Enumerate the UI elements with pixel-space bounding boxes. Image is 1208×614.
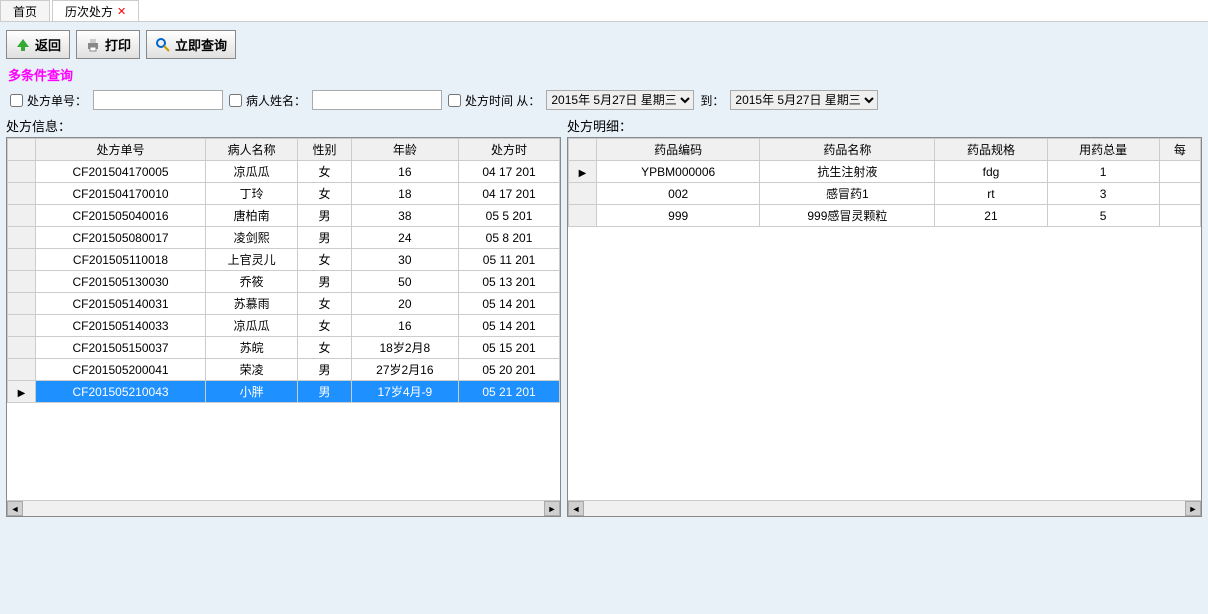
print-button[interactable]: 打印 bbox=[76, 30, 140, 59]
scroll-left-icon[interactable]: ◄ bbox=[7, 501, 23, 516]
rx-no-input[interactable] bbox=[93, 90, 223, 110]
arrow-up-icon bbox=[15, 37, 31, 53]
left-hscroll[interactable]: ◄ ► bbox=[7, 500, 560, 516]
table-row[interactable]: CF201505080017凌剑熙男2405 8 201 bbox=[8, 227, 560, 249]
filter-rx-time: 处方时间 从： bbox=[448, 92, 540, 109]
current-row-icon: ▶ bbox=[579, 168, 587, 179]
rx-no-checkbox[interactable] bbox=[10, 94, 23, 107]
filter-row: 处方单号： 病人姓名： 处方时间 从： 2015年 5月27日 星期三 到： 2… bbox=[4, 86, 1204, 114]
query-title: 多条件查询 bbox=[4, 63, 1204, 86]
close-icon[interactable]: ✕ bbox=[117, 5, 126, 18]
table-row[interactable]: CF201505040016唐柏南男3805 5 201 bbox=[8, 205, 560, 227]
col-rxno[interactable]: 处方单号 bbox=[36, 139, 206, 161]
toolbar: 返回 打印 立即查询 bbox=[4, 26, 1204, 63]
col-time[interactable]: 处方时 bbox=[459, 139, 560, 161]
scroll-right-icon[interactable]: ► bbox=[544, 501, 560, 516]
tab-home[interactable]: 首页 bbox=[0, 0, 50, 21]
filter-rx-no: 处方单号： bbox=[10, 92, 87, 109]
table-row[interactable]: ▶ YPBM000006抗生注射液fdg1 bbox=[569, 161, 1201, 183]
right-hscroll[interactable]: ◄ ► bbox=[568, 500, 1201, 516]
scroll-right-icon[interactable]: ► bbox=[1185, 501, 1201, 516]
row-header-col bbox=[569, 139, 597, 161]
rx-detail-grid[interactable]: 药品编码 药品名称 药品规格 用药总量 每 ▶ YPBM000006抗生注射液f… bbox=[567, 137, 1202, 517]
col-drug-code[interactable]: 药品编码 bbox=[597, 139, 760, 161]
to-label: 到： bbox=[700, 92, 724, 109]
query-button[interactable]: 立即查询 bbox=[146, 30, 236, 59]
back-button[interactable]: 返回 bbox=[6, 30, 70, 59]
table-row[interactable]: CF201505200041荣凌男27岁2月1605 20 201 bbox=[8, 359, 560, 381]
col-age[interactable]: 年龄 bbox=[351, 139, 458, 161]
table-row[interactable]: CF201505140031苏慕雨女2005 14 201 bbox=[8, 293, 560, 315]
rx-info-grid[interactable]: 处方单号 病人名称 性别 年龄 处方时 CF201504170005凉瓜瓜女16… bbox=[6, 137, 561, 517]
tab-history[interactable]: 历次处方 ✕ bbox=[52, 0, 139, 21]
tab-bar: 首页 历次处方 ✕ bbox=[0, 0, 1208, 22]
col-qty[interactable]: 用药总量 bbox=[1047, 139, 1159, 161]
table-row[interactable]: 002感冒药1rt3 bbox=[569, 183, 1201, 205]
patient-name-checkbox[interactable] bbox=[229, 94, 242, 107]
content-area: 返回 打印 立即查询 多条件查询 处方单号： 病人姓名： 处方时间 从： 201… bbox=[0, 22, 1208, 614]
table-row[interactable]: CF201505130030乔筱男5005 13 201 bbox=[8, 271, 560, 293]
search-icon bbox=[155, 37, 171, 53]
rx-time-checkbox[interactable] bbox=[448, 94, 461, 107]
date-from-select[interactable]: 2015年 5月27日 星期三 bbox=[546, 90, 694, 110]
filter-patient-name: 病人姓名： bbox=[229, 92, 306, 109]
table-row[interactable]: CF201505150037苏皖女18岁2月805 15 201 bbox=[8, 337, 560, 359]
table-row[interactable]: CF201505110018上官灵儿女3005 11 201 bbox=[8, 249, 560, 271]
table-row[interactable]: ▶ CF201505210043小胖男17岁4月-905 21 201 bbox=[8, 381, 560, 403]
date-to-select[interactable]: 2015年 5月27日 星期三 bbox=[730, 90, 878, 110]
current-row-icon: ▶ bbox=[18, 388, 26, 399]
col-name[interactable]: 病人名称 bbox=[206, 139, 298, 161]
table-row[interactable]: CF201505140033凉瓜瓜女1605 14 201 bbox=[8, 315, 560, 337]
patient-name-input[interactable] bbox=[312, 90, 442, 110]
col-spec[interactable]: 药品规格 bbox=[935, 139, 1047, 161]
col-gender[interactable]: 性别 bbox=[298, 139, 351, 161]
table-row[interactable]: CF201504170005凉瓜瓜女1604 17 201 bbox=[8, 161, 560, 183]
left-panel-title: 处方信息： bbox=[6, 114, 561, 137]
col-per[interactable]: 每 bbox=[1159, 139, 1200, 161]
printer-icon bbox=[85, 37, 101, 53]
right-panel-title: 处方明细： bbox=[567, 114, 1202, 137]
row-header-col bbox=[8, 139, 36, 161]
table-row[interactable]: 999999感冒灵颗粒215 bbox=[569, 205, 1201, 227]
scroll-left-icon[interactable]: ◄ bbox=[568, 501, 584, 516]
col-drug-name[interactable]: 药品名称 bbox=[760, 139, 935, 161]
table-row[interactable]: CF201504170010丁玲女1804 17 201 bbox=[8, 183, 560, 205]
